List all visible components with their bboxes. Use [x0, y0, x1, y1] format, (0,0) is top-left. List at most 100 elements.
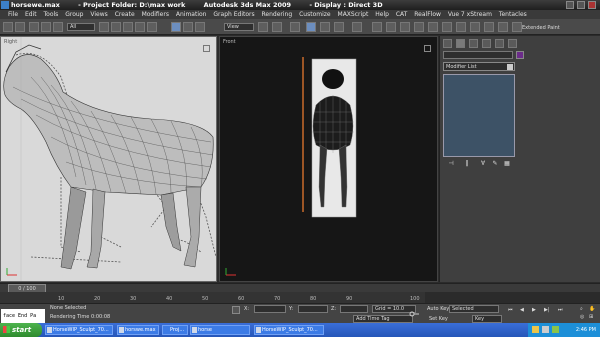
select-and-move-icon[interactable]	[147, 22, 157, 32]
rectangle-selection-icon[interactable]	[123, 22, 133, 32]
snaps-toggle-icon[interactable]	[290, 22, 300, 32]
motion-tab-icon[interactable]	[482, 39, 491, 48]
maximize-viewport-icon[interactable]: ⊞	[589, 314, 593, 320]
orbit-icon[interactable]: ◎	[580, 314, 584, 320]
z-coord-field[interactable]	[340, 305, 368, 313]
track-bar[interactable]: 10 20 30 40 50 60 70 80 90 100	[0, 292, 425, 303]
layer-manager-icon[interactable]	[400, 22, 410, 32]
zoom-icon[interactable]: ⌕	[580, 306, 583, 312]
menu-animation[interactable]: Animation	[176, 11, 207, 18]
menu-views[interactable]: Views	[90, 11, 107, 18]
close-icon[interactable]	[588, 1, 596, 9]
menu-create[interactable]: Create	[115, 11, 135, 18]
modifier-list-dropdown[interactable]: Modifier List	[443, 62, 515, 71]
network-icon[interactable]	[552, 326, 559, 333]
maxscript-listener-input[interactable]: face End Pa	[1, 309, 45, 323]
reference-coordinate-dropdown[interactable]: View	[224, 23, 254, 31]
menu-maxscript[interactable]: MAXScript	[338, 11, 369, 18]
taskbar-item[interactable]: HorseWIP_Sculpt_70...	[45, 325, 113, 335]
keyboard-shortcut-icon[interactable]	[272, 22, 282, 32]
key-icon[interactable]	[409, 310, 419, 318]
auto-key-button[interactable]: Auto Key	[427, 306, 449, 312]
quick-render-icon[interactable]	[498, 22, 508, 32]
taskbar-item[interactable]: horse	[190, 325, 250, 335]
menu-help[interactable]: Help	[375, 11, 389, 18]
create-tab-icon[interactable]	[443, 39, 452, 48]
clock[interactable]: 2:46 PM	[576, 323, 596, 337]
bind-space-warp-icon[interactable]	[53, 22, 63, 32]
menu-cat[interactable]: CAT	[396, 11, 408, 18]
goto-end-icon[interactable]: ⏭	[558, 307, 563, 313]
goto-start-icon[interactable]: ⏮	[508, 307, 513, 313]
remove-modifier-icon[interactable]: ✎	[491, 160, 499, 167]
tray-icon[interactable]	[532, 326, 539, 333]
unlink-icon[interactable]	[41, 22, 51, 32]
menu-customize[interactable]: Customize	[299, 11, 331, 18]
hierarchy-tab-icon[interactable]	[469, 39, 478, 48]
viewport-right[interactable]: Right	[0, 36, 217, 282]
make-unique-icon[interactable]: ∀	[479, 160, 487, 167]
select-object-icon[interactable]	[99, 22, 109, 32]
select-and-manipulate-icon[interactable]	[195, 22, 205, 32]
volume-icon[interactable]	[542, 326, 549, 333]
modify-tab-icon[interactable]	[456, 39, 465, 48]
material-editor-icon[interactable]	[456, 22, 466, 32]
next-frame-icon[interactable]: ▶|	[544, 307, 550, 313]
mirror-icon[interactable]	[372, 22, 382, 32]
taskbar-item[interactable]: Proj...	[162, 325, 188, 335]
menu-tools[interactable]: Tools	[44, 11, 59, 18]
render-production-icon[interactable]	[512, 22, 522, 32]
utilities-tab-icon[interactable]	[508, 39, 517, 48]
menu-modifiers[interactable]: Modifiers	[142, 11, 169, 18]
select-and-scale-icon[interactable]	[183, 22, 193, 32]
display-tab-icon[interactable]	[495, 39, 504, 48]
window-crossing-icon[interactable]	[135, 22, 145, 32]
minimize-icon[interactable]	[566, 1, 574, 9]
pin-stack-icon[interactable]: ⊣	[447, 160, 455, 167]
pivot-center-icon[interactable]	[258, 22, 268, 32]
spinner-snap-icon[interactable]	[334, 22, 344, 32]
named-selection-icon[interactable]	[352, 22, 362, 32]
start-button[interactable]: start	[0, 323, 42, 337]
y-coord-field[interactable]	[298, 305, 328, 313]
menu-vue[interactable]: Vue 7 xStream	[448, 11, 492, 18]
object-color-swatch[interactable]	[516, 51, 524, 59]
menu-graph-editors[interactable]: Graph Editors	[213, 11, 254, 18]
3dsmax-app-icon[interactable]	[1, 1, 9, 9]
set-key-button[interactable]: Set Key	[429, 316, 448, 322]
redo-icon[interactable]	[15, 22, 25, 32]
time-slider[interactable]: 0 / 100	[0, 283, 600, 293]
lock-selection-icon[interactable]	[232, 306, 240, 314]
select-and-rotate-icon[interactable]	[171, 22, 181, 32]
curve-editor-icon[interactable]	[428, 22, 438, 32]
angle-snap-icon[interactable]	[306, 22, 316, 32]
configure-sets-icon[interactable]: ▦	[503, 160, 511, 167]
select-by-name-icon[interactable]	[111, 22, 121, 32]
select-link-icon[interactable]	[29, 22, 39, 32]
play-icon[interactable]: ▶	[532, 307, 536, 313]
render-setup-icon[interactable]	[470, 22, 480, 32]
pan-icon[interactable]: ✋	[589, 306, 595, 312]
align-icon[interactable]	[386, 22, 396, 32]
menu-edit[interactable]: Edit	[25, 11, 37, 18]
previous-frame-icon[interactable]: ◀	[520, 307, 524, 313]
menu-tentacles[interactable]: Tentacles	[499, 11, 527, 18]
extended-toolbar-label[interactable]: Extended Paint	[522, 25, 574, 31]
menu-file[interactable]: File	[8, 11, 18, 18]
undo-icon[interactable]	[3, 22, 13, 32]
selection-filter-dropdown[interactable]: All	[67, 23, 95, 31]
taskbar-item[interactable]: HorseWIP_Sculpt_70...	[254, 325, 324, 335]
key-filters-button[interactable]: Key Filters...	[472, 315, 502, 329]
object-name-field[interactable]	[443, 51, 513, 59]
graphite-tools-icon[interactable]	[414, 22, 424, 32]
taskbar-item[interactable]: horswe.max	[117, 325, 159, 335]
menu-group[interactable]: Group	[65, 11, 83, 18]
viewport-front[interactable]: Front	[219, 36, 438, 282]
x-coord-field[interactable]	[254, 305, 286, 313]
menu-rendering[interactable]: Rendering	[262, 11, 293, 18]
modifier-stack[interactable]	[443, 74, 515, 157]
add-time-tag-button[interactable]: Add Time Tag	[353, 315, 413, 323]
schematic-view-icon[interactable]	[442, 22, 452, 32]
auto-key-selected-dropdown[interactable]: Selected	[449, 305, 499, 313]
rendered-frame-window-icon[interactable]	[484, 22, 494, 32]
